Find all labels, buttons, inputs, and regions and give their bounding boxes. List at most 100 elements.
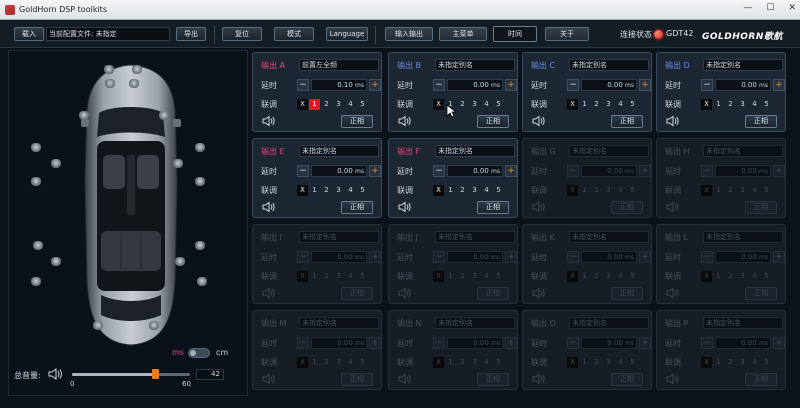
link-channel-2[interactable]: 2	[725, 99, 736, 110]
link-none-toggle[interactable]: X	[297, 271, 308, 282]
delay-value-field[interactable]: 0.00 ms	[447, 337, 503, 349]
mute-speaker-icon[interactable]	[532, 201, 546, 213]
delay-increase-button[interactable]: +	[773, 165, 785, 177]
language-button[interactable]: Language	[326, 27, 368, 41]
delay-decrease-button[interactable]: −	[433, 79, 445, 91]
tab-io[interactable]: 输入输出	[385, 27, 433, 41]
speaker-icon[interactable]	[197, 277, 207, 286]
link-none-toggle[interactable]: X	[567, 271, 578, 282]
delay-increase-button[interactable]: +	[369, 337, 381, 349]
tab-about[interactable]: 关于	[545, 27, 589, 41]
reset-button[interactable]: 复位	[222, 27, 262, 41]
link-none-toggle[interactable]: X	[567, 357, 578, 368]
phase-button[interactable]: 正相	[611, 115, 643, 128]
phase-button[interactable]: 正相	[477, 201, 509, 214]
link-channel-3[interactable]: 3	[737, 357, 748, 368]
delay-value-field[interactable]: 0.00 ms	[715, 251, 771, 263]
link-none-toggle[interactable]: X	[297, 357, 308, 368]
channel-alias-field[interactable]: 未指定别名	[435, 59, 515, 71]
link-channel-1[interactable]: 1	[309, 271, 320, 282]
channel-alias-field[interactable]: 未指定别名	[299, 231, 379, 243]
phase-button[interactable]: 正相	[611, 373, 643, 386]
link-channel-3[interactable]: 3	[469, 271, 480, 282]
phase-button[interactable]: 正相	[341, 287, 373, 300]
delay-increase-button[interactable]: +	[773, 251, 785, 263]
link-channel-5[interactable]: 5	[627, 99, 638, 110]
link-channel-5[interactable]: 5	[761, 99, 772, 110]
link-channel-2[interactable]: 2	[591, 271, 602, 282]
link-none-toggle[interactable]: X	[433, 271, 444, 282]
delay-decrease-button[interactable]: −	[567, 337, 579, 349]
channel-alias-field[interactable]: 前置左全频	[299, 59, 379, 71]
delay-value-field[interactable]: 0.00 ms	[311, 251, 367, 263]
delay-increase-button[interactable]: +	[369, 79, 381, 91]
speaker-icon[interactable]	[105, 79, 115, 88]
link-channel-5[interactable]: 5	[627, 185, 638, 196]
speaker-icon[interactable]	[175, 257, 185, 266]
link-channel-3[interactable]: 3	[469, 185, 480, 196]
mute-speaker-icon[interactable]	[398, 373, 412, 385]
link-channel-1[interactable]: 1	[713, 185, 724, 196]
link-channel-2[interactable]: 2	[591, 357, 602, 368]
link-channel-3[interactable]: 3	[737, 271, 748, 282]
speaker-icon[interactable]	[129, 79, 139, 88]
phase-button[interactable]: 正相	[477, 287, 509, 300]
link-none-toggle[interactable]: X	[701, 357, 712, 368]
speaker-icon[interactable]	[104, 65, 114, 74]
link-channel-2[interactable]: 2	[457, 99, 468, 110]
export-button[interactable]: 导出	[176, 27, 206, 41]
link-none-toggle[interactable]: X	[701, 271, 712, 282]
delay-increase-button[interactable]: +	[505, 165, 517, 177]
speaker-icon[interactable]	[79, 111, 89, 120]
channel-alias-field[interactable]: 未指定别名	[435, 231, 515, 243]
phase-button[interactable]: 正相	[745, 373, 777, 386]
phase-button[interactable]: 正相	[341, 201, 373, 214]
phase-button[interactable]: 正相	[477, 115, 509, 128]
delay-increase-button[interactable]: +	[369, 165, 381, 177]
link-channel-4[interactable]: 4	[481, 185, 492, 196]
maximize-icon[interactable]: ☐	[766, 3, 774, 13]
tab-main-menu[interactable]: 主菜单	[439, 27, 487, 41]
link-channel-4[interactable]: 4	[615, 185, 626, 196]
channel-alias-field[interactable]: 未指定别名	[703, 59, 783, 71]
link-channel-4[interactable]: 4	[615, 99, 626, 110]
delay-increase-button[interactable]: +	[639, 79, 651, 91]
delay-increase-button[interactable]: +	[505, 337, 517, 349]
close-icon[interactable]: ✕	[788, 3, 796, 13]
tab-time[interactable]: 时间	[493, 26, 537, 42]
minimize-icon[interactable]: —	[743, 3, 752, 13]
link-channel-4[interactable]: 4	[749, 357, 760, 368]
link-channel-2[interactable]: 2	[591, 99, 602, 110]
delay-value-field[interactable]: 0.00 ms	[715, 165, 771, 177]
link-channel-4[interactable]: 4	[481, 99, 492, 110]
link-channel-1[interactable]: 1	[445, 185, 456, 196]
link-channel-1[interactable]: 1	[309, 357, 320, 368]
delay-value-field[interactable]: 0.00 ms	[311, 337, 367, 349]
link-none-toggle[interactable]: X	[297, 185, 308, 196]
phase-button[interactable]: 正相	[341, 373, 373, 386]
delay-value-field[interactable]: 0.00 ms	[581, 79, 637, 91]
link-channel-4[interactable]: 4	[481, 357, 492, 368]
link-none-toggle[interactable]: X	[433, 99, 444, 110]
link-channel-5[interactable]: 5	[493, 271, 504, 282]
delay-decrease-button[interactable]: −	[297, 165, 309, 177]
delay-value-field[interactable]: 0.00 ms	[311, 165, 367, 177]
link-channel-4[interactable]: 4	[749, 185, 760, 196]
link-channel-3[interactable]: 3	[333, 185, 344, 196]
link-channel-4[interactable]: 4	[615, 357, 626, 368]
delay-decrease-button[interactable]: −	[297, 337, 309, 349]
link-channel-5[interactable]: 5	[761, 357, 772, 368]
channel-alias-field[interactable]: 未指定别名	[569, 231, 649, 243]
delay-increase-button[interactable]: +	[773, 337, 785, 349]
link-channel-2[interactable]: 2	[321, 357, 332, 368]
delay-increase-button[interactable]: +	[505, 251, 517, 263]
link-channel-5[interactable]: 5	[761, 185, 772, 196]
delay-decrease-button[interactable]: −	[701, 79, 713, 91]
link-channel-3[interactable]: 3	[603, 271, 614, 282]
delay-value-field[interactable]: 0.00 ms	[447, 165, 503, 177]
delay-decrease-button[interactable]: −	[297, 79, 309, 91]
link-channel-4[interactable]: 4	[345, 99, 356, 110]
link-channel-3[interactable]: 3	[737, 99, 748, 110]
delay-increase-button[interactable]: +	[773, 79, 785, 91]
speaker-icon[interactable]	[31, 177, 41, 186]
